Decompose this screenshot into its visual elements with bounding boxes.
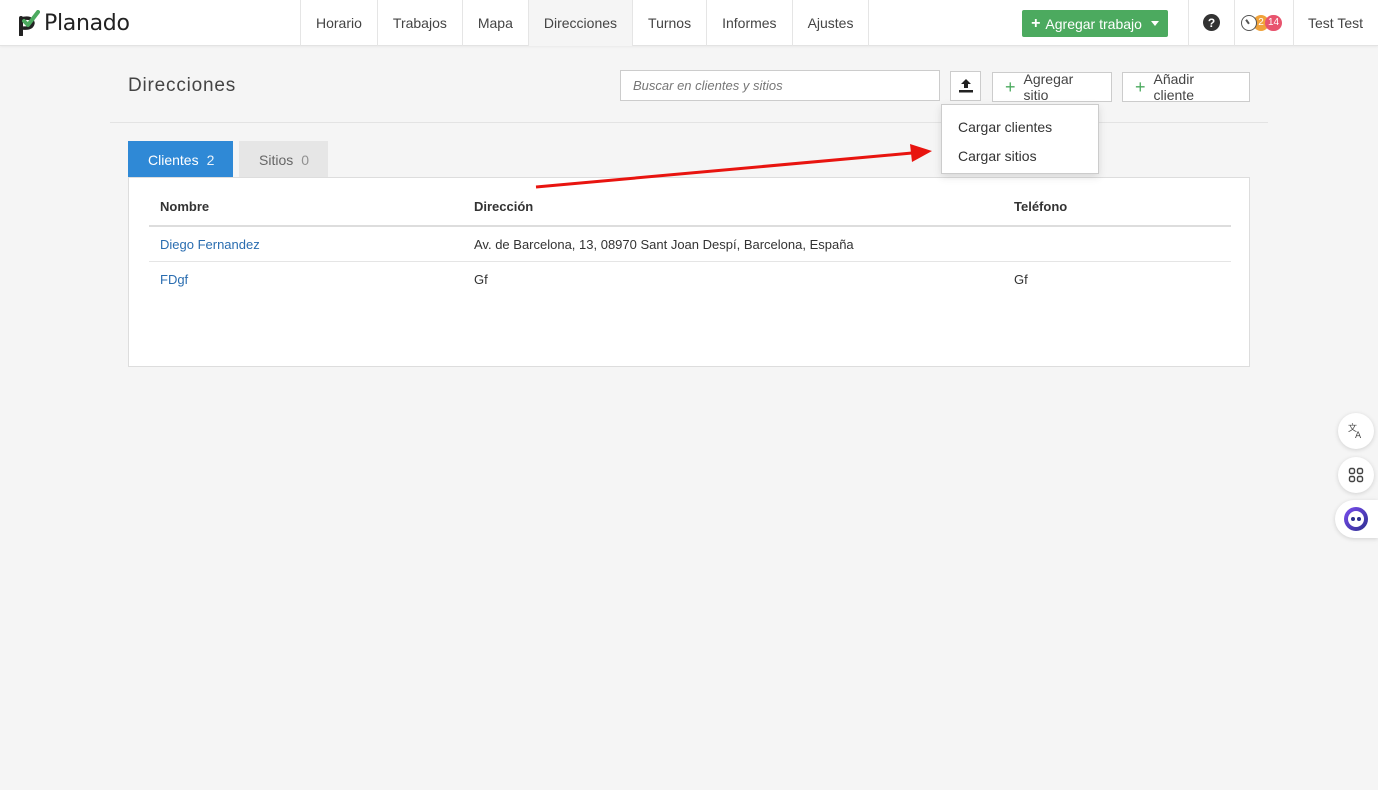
clients-table: Nombre Dirección Teléfono Diego Fernande… xyxy=(149,188,1231,297)
add-client-button[interactable]: + Añadir cliente xyxy=(1122,71,1250,103)
logo-text: Planado xyxy=(44,10,130,36)
menu-item-cargar-clientes[interactable]: Cargar clientes xyxy=(942,112,1098,141)
svg-text:A: A xyxy=(1355,431,1362,440)
add-site-label: Agregar sitio xyxy=(1023,71,1074,103)
divider xyxy=(1234,0,1235,46)
assistant-bot-icon xyxy=(1344,507,1368,531)
tab-sitios[interactable]: Sitios 0 xyxy=(239,141,328,178)
nav-item-horario[interactable]: Horario xyxy=(301,0,378,46)
translate-icon[interactable]: 文 A xyxy=(1338,413,1374,449)
nav-item-turnos[interactable]: Turnos xyxy=(633,0,708,46)
user-menu[interactable]: Test Test xyxy=(1308,15,1363,31)
plus-icon: + xyxy=(1005,77,1016,97)
divider xyxy=(1188,0,1189,46)
assistant-widget-button[interactable] xyxy=(1335,500,1378,538)
apps-grid-icon[interactable] xyxy=(1338,457,1374,493)
planado-logo-icon xyxy=(19,10,40,36)
notification-badge-alert: 14 xyxy=(1265,14,1283,31)
tab-count: 2 xyxy=(206,151,215,168)
clients-panel: Nombre Dirección Teléfono Diego Fernande… xyxy=(128,177,1250,367)
nav-item-ajustes[interactable]: Ajustes xyxy=(793,0,870,46)
tab-clientes[interactable]: Clientes 2 xyxy=(128,141,233,178)
top-navbar: Planado Horario Trabajos Mapa Direccione… xyxy=(0,0,1378,46)
client-phone: Gf xyxy=(1014,272,1028,287)
client-name-link[interactable]: FDgf xyxy=(149,262,188,297)
nav-item-direcciones[interactable]: Direcciones xyxy=(528,0,634,46)
upload-dropdown-menu: Cargar clientes Cargar sitios xyxy=(941,104,1099,174)
client-address: Gf xyxy=(474,272,488,287)
column-header-direccion[interactable]: Dirección xyxy=(463,188,533,225)
search-input[interactable] xyxy=(620,70,940,101)
client-address: Av. de Barcelona, 13, 08970 Sant Joan De… xyxy=(474,236,854,252)
tab-label: Sitios xyxy=(259,151,294,168)
column-header-nombre[interactable]: Nombre xyxy=(149,188,209,225)
table-header: Nombre Dirección Teléfono xyxy=(149,188,1231,227)
page-title: Direcciones xyxy=(128,75,237,96)
add-site-button[interactable]: + Agregar sitio xyxy=(992,71,1112,103)
planado-logo[interactable]: Planado xyxy=(18,9,130,37)
clock-icon xyxy=(1241,14,1257,31)
caret-down-icon xyxy=(1150,21,1159,26)
menu-item-cargar-sitios[interactable]: Cargar sitios xyxy=(942,141,1098,170)
divider xyxy=(1293,0,1294,46)
question-circle-icon[interactable]: ? xyxy=(1203,14,1220,31)
tab-label: Clientes xyxy=(148,151,199,168)
table-row: FDgf Gf Gf xyxy=(149,262,1231,297)
plus-icon: + xyxy=(1031,14,1041,32)
nav-item-mapa[interactable]: Mapa xyxy=(463,0,529,46)
client-phone xyxy=(1003,227,1014,261)
add-client-label: Añadir cliente xyxy=(1153,71,1194,103)
nav-item-informes[interactable]: Informes xyxy=(707,0,793,46)
upload-icon xyxy=(958,79,973,93)
annotation-arrow xyxy=(535,144,932,189)
client-name-link[interactable]: Diego Fernandez xyxy=(149,227,260,261)
tab-count: 0 xyxy=(301,151,310,168)
upload-button[interactable] xyxy=(950,71,981,101)
plus-icon: + xyxy=(1135,77,1146,97)
table-row: Diego Fernandez Av. de Barcelona, 13, 08… xyxy=(149,227,1231,262)
main-nav: Horario Trabajos Mapa Direcciones Turnos… xyxy=(300,0,870,46)
add-job-label: Agregar trabajo xyxy=(1045,15,1142,32)
notifications-button[interactable]: 2 14 xyxy=(1241,14,1283,31)
column-header-telefono[interactable]: Teléfono xyxy=(1003,188,1067,225)
nav-item-trabajos[interactable]: Trabajos xyxy=(378,0,463,46)
add-job-button[interactable]: + Agregar trabajo xyxy=(1022,10,1168,37)
